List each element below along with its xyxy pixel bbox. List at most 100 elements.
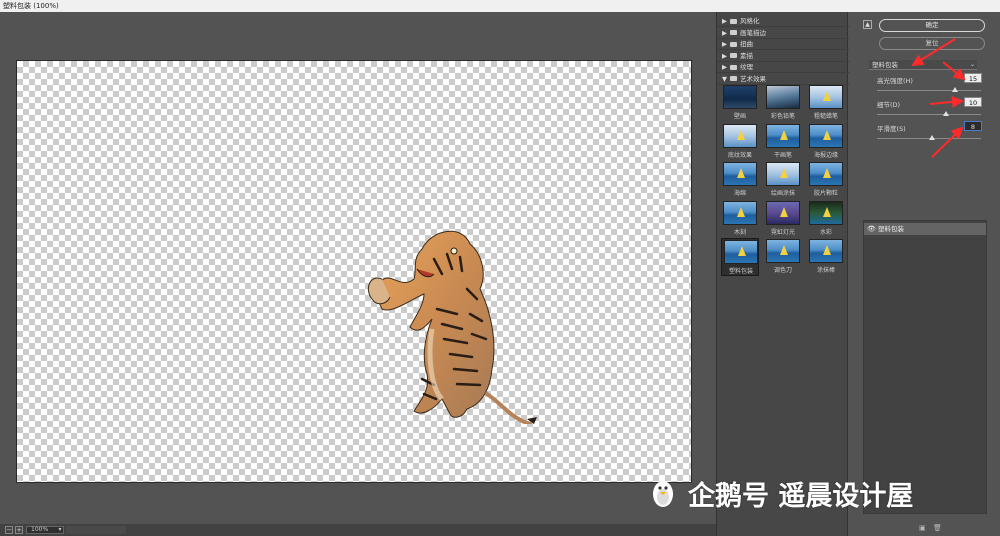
filter-thumb-10[interactable]: 霓虹灯光 [764,200,802,238]
slider-knob[interactable] [952,87,958,92]
filter-thumb-6[interactable]: 海绵 [721,161,759,199]
sailboat-icon [738,246,746,256]
filter-thumb-8[interactable]: 胶片颗粒 [807,161,845,199]
triangle-right-icon: ▶ [722,17,727,25]
folder-0[interactable]: ▶ 风格化 [717,16,849,27]
filter-thumb-14[interactable]: 涂抹棒 [807,238,845,276]
filter-thumb-7[interactable]: 绘画涂抹 [764,161,802,199]
filter-thumb-label: 海绵 [733,190,746,197]
param-detail: 细节(D) 10 [874,97,986,123]
filter-thumb-image [766,200,800,225]
filter-thumb-label: 粗糙蜡笔 [813,113,838,120]
filter-thumb-4[interactable]: 干画笔 [764,123,802,161]
filter-thumb-image [723,200,757,225]
filter-thumb-11[interactable]: 水彩 [807,200,845,238]
sailboat-icon [823,168,831,178]
sailboat-icon [823,206,831,217]
zoom-dropdown-icon[interactable]: ▾ [56,526,64,534]
folder-label: 画笔描边 [740,28,766,37]
folder-1[interactable]: ▶ 画笔描边 [717,28,849,39]
eye-icon[interactable]: 👁 [867,225,876,233]
filter-thumb-2[interactable]: 粗糙蜡笔 [807,84,845,122]
highlight-strength-input[interactable]: 15 [964,73,982,83]
filter-thumb-image [809,162,843,186]
filter-thumb-label: 塑料包装 [728,268,753,275]
collapse-gallery-icon[interactable]: ▲ [863,20,872,29]
filter-thumb-label: 干画笔 [773,151,792,159]
filter-thumb-12[interactable]: 塑料包装 [721,238,759,276]
sailboat-icon [737,168,745,178]
folder-5[interactable]: ▼ 艺术效果 [717,74,849,85]
preview-area[interactable] [0,12,716,524]
layer-actions: ▣ 🗑 [919,524,979,534]
zoom-out-button[interactable]: − [5,526,13,534]
tiger-image [367,230,537,424]
filter-thumb-image [809,123,843,148]
folder-label: 艺术效果 [740,74,766,83]
detail-input[interactable]: 10 [964,97,982,107]
slider-knob[interactable] [943,111,950,116]
ok-button[interactable]: 确定 [879,19,985,32]
slider-knob[interactable] [929,135,936,140]
new-effect-layer-icon[interactable]: ▣ [919,524,927,532]
filter-thumb-13[interactable]: 调色刀 [764,238,802,276]
zoom-bar: − + 100% ▾ [0,524,716,536]
chevron-down-icon: ⌄ [969,61,975,68]
filter-thumb-label: 胶片颗粒 [813,190,838,197]
sailboat-icon [780,206,788,217]
filter-thumb-label: 木刻 [733,228,746,236]
filter-thumb-image [766,85,800,109]
filter-thumb-5[interactable]: 海报边缘 [807,123,845,161]
folder-label: 风格化 [740,17,760,25]
filter-thumb-label: 水彩 [819,228,832,236]
filter-thumb-0[interactable]: 壁画 [721,84,759,122]
filter-thumb-image [723,85,757,109]
slider-track[interactable] [877,114,981,115]
filter-thumb-label: 彩色铅笔 [770,113,795,120]
sailboat-icon [823,129,831,140]
folder-icon [730,53,737,58]
folder-icon [730,76,737,81]
slider-track[interactable] [877,90,981,91]
filter-thumb-image [723,123,757,148]
reset-button[interactable]: 复位 [879,37,985,50]
folder-icon [730,18,737,24]
folder-2[interactable]: ▶ 扭曲 [717,39,849,50]
effect-layer-row[interactable]: 👁 塑料包装 [864,223,986,235]
filter-thumb-label: 海报边缘 [813,151,838,159]
param-label: 细节(D) [877,101,901,109]
filter-select[interactable]: 塑料包装 ⌄ [869,60,977,70]
triangle-right-icon: ▶ [722,51,727,60]
zoom-bar-filler [66,526,126,534]
sailboat-icon [737,206,745,217]
delete-effect-layer-icon[interactable]: 🗑 [933,524,942,532]
folder-3[interactable]: ▶ 素描 [717,51,849,62]
filter-thumb-9[interactable]: 木刻 [721,200,759,238]
folder-icon [730,64,737,70]
filter-thumb-image [809,200,843,225]
sailboat-icon [823,91,831,101]
effect-layers-list: 👁 塑料包装 [863,220,987,514]
filter-thumb-image [809,239,843,263]
penguin-logo-icon [653,481,673,507]
preview-canvas[interactable] [16,60,692,483]
filter-thumb-image [766,123,800,148]
folder-4[interactable]: ▶ 纹理 [717,62,849,73]
folder-label: 纹理 [740,63,753,71]
filter-thumb-image [766,239,800,263]
zoom-in-button[interactable]: + [15,526,23,534]
filter-thumb-label: 霓虹灯光 [770,228,795,236]
filter-thumb-image [723,162,757,186]
param-label: 高光强度(H) [877,77,913,85]
folder-icon [730,30,737,35]
filter-select-value: 塑料包装 [872,61,898,69]
filter-thumb-label: 调色刀 [773,267,792,274]
param-label: 平滑度(S) [877,125,906,133]
smoothness-input[interactable]: 8 [964,121,982,131]
filter-thumb-3[interactable]: 底纹效果 [721,123,759,161]
filter-thumb-1[interactable]: 彩色铅笔 [764,84,802,122]
filter-thumb-label: 底纹效果 [727,151,752,159]
watermark-text: 企鹅号 遥晨设计屋 [688,481,914,512]
effect-layer-label: 塑料包装 [878,225,904,233]
folder-icon [730,41,737,47]
